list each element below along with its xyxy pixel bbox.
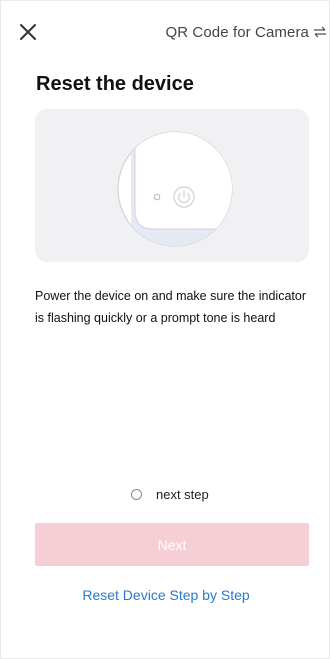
close-button[interactable] — [17, 21, 39, 43]
power-icon — [173, 186, 195, 208]
reset-instruction: Power the device on and make sure the in… — [35, 289, 306, 325]
qr-code-mode-switch[interactable]: QR Code for Camera — [165, 21, 327, 43]
top-bar: QR Code for Camera — [1, 1, 330, 61]
next-button[interactable]: Next — [35, 523, 309, 566]
power-button-illustration — [117, 131, 233, 247]
reset-help-link[interactable]: Reset Device Step by Step — [1, 587, 330, 603]
mode-switch-label: QR Code for Camera — [165, 23, 309, 41]
device-reset-illustration — [35, 109, 309, 262]
page-title: Reset the device — [36, 73, 194, 95]
confirm-label: next step — [156, 487, 209, 502]
confirm-radio[interactable] — [131, 489, 142, 500]
swap-icon — [314, 26, 326, 38]
next-step-confirmation[interactable]: next step — [131, 487, 209, 502]
close-icon — [20, 24, 36, 40]
